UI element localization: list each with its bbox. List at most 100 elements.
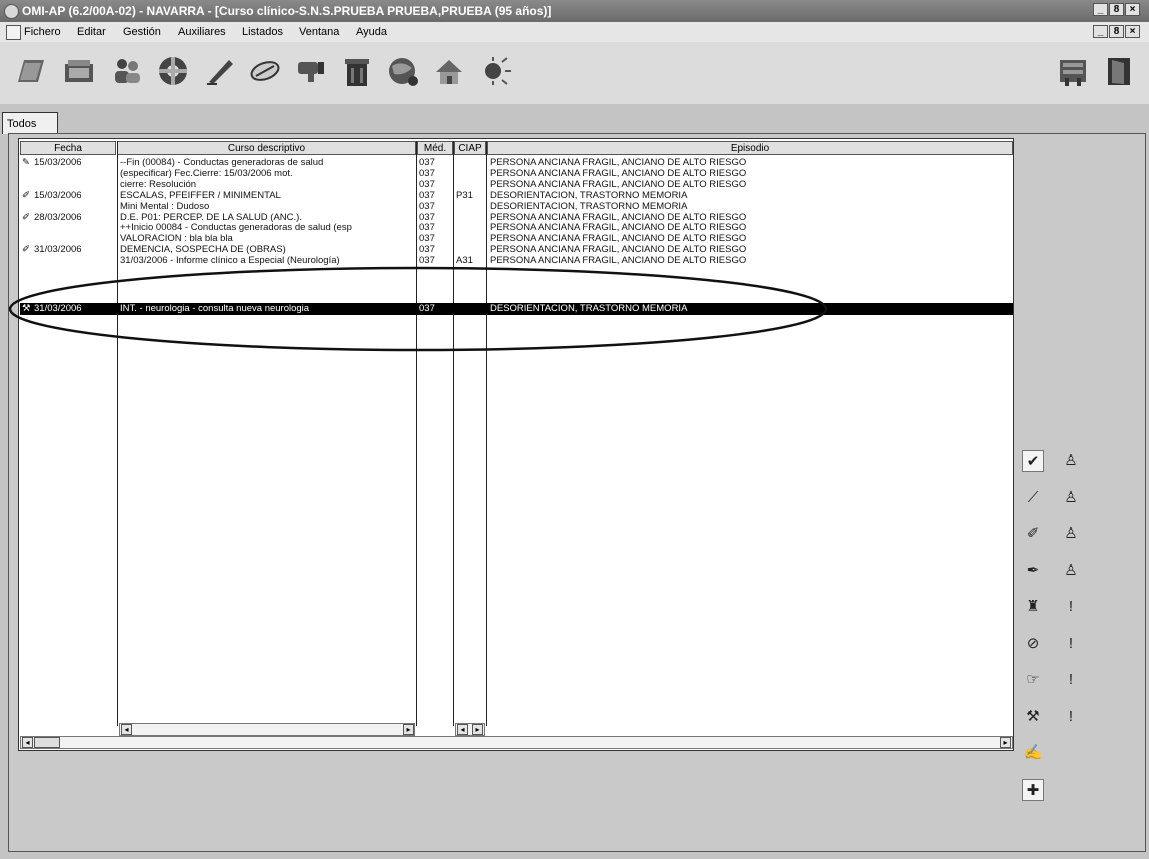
exclamation-icon[interactable]: ! xyxy=(1060,633,1082,655)
menu-ayuda[interactable]: Ayuda xyxy=(356,26,387,38)
scroll-thumb[interactable] xyxy=(34,737,60,748)
door-icon[interactable] xyxy=(1102,54,1136,88)
cell-episodio: PERSONA ANCIANA FRAGIL, ANCIANO DE ALTO … xyxy=(490,234,747,245)
cell-med: 037 xyxy=(419,304,435,314)
menu-bar: Fichero Editar Gestión Auxiliares Listad… xyxy=(0,22,1149,42)
minimize-button[interactable]: _ xyxy=(1093,3,1108,16)
cell-med: 037 xyxy=(419,234,435,245)
hand-icon[interactable]: ☞ xyxy=(1022,669,1044,691)
tools-icon[interactable]: ⚒ xyxy=(1022,706,1044,728)
mdi-controls: _ 8 × xyxy=(1093,25,1140,38)
cell-med: 037 xyxy=(419,245,435,256)
toolbar xyxy=(0,42,1149,105)
app-icon xyxy=(4,4,19,19)
mdi-maximize-button[interactable]: 8 xyxy=(1109,25,1124,38)
column-header-curso[interactable]: Curso descriptivo xyxy=(117,141,416,155)
pill-icon[interactable] xyxy=(248,54,282,88)
column-header-med[interactable]: Méd. xyxy=(417,141,453,155)
pen-nib-icon[interactable]: ✒ xyxy=(1022,560,1044,582)
pen-icon[interactable] xyxy=(203,54,237,88)
lifebuoy-icon[interactable] xyxy=(156,54,190,88)
cell-fecha: 31/03/2006 xyxy=(34,304,82,314)
users-icon[interactable] xyxy=(110,54,144,88)
cell-med: 037 xyxy=(419,212,435,223)
scroll-right-icon[interactable]: ▸ xyxy=(403,724,414,735)
cell-episodio: DESORIENTACION, TRASTORNO MEMORIA xyxy=(490,190,688,201)
ciap-scrollbar[interactable]: ◂ ▸ xyxy=(455,723,485,736)
cell-ciap: A31 xyxy=(456,256,473,267)
column-header-episodio[interactable]: Episodio xyxy=(487,141,1013,155)
exclamation-icon[interactable]: ! xyxy=(1060,706,1082,728)
microscope-icon[interactable]: ♙ xyxy=(1060,523,1082,545)
cell-curso: cierre: Resolución xyxy=(120,179,197,190)
cell-fecha: 31/03/2006 xyxy=(34,245,82,256)
pencil-icon: ✐ xyxy=(22,190,30,201)
menu-fichero[interactable]: Fichero xyxy=(24,26,61,38)
scroll-right-icon[interactable]: ▸ xyxy=(1000,737,1011,748)
microscope-icon[interactable]: ♙ xyxy=(1060,487,1082,509)
quill-icon[interactable]: ✍ xyxy=(1022,742,1044,764)
main-horizontal-scrollbar[interactable]: ◂ ▸ xyxy=(20,736,1013,749)
column-header-fecha[interactable]: Fecha xyxy=(20,141,116,155)
mdi-close-button[interactable]: × xyxy=(1125,25,1140,38)
plus-icon[interactable]: ✚ xyxy=(1022,778,1044,801)
cell-episodio: PERSONA ANCIANA FRAGIL, ANCIANO DE ALTO … xyxy=(490,256,747,267)
column-divider xyxy=(453,141,454,726)
cell-episodio: PERSONA ANCIANA FRAGIL, ANCIANO DE ALTO … xyxy=(490,158,747,168)
cell-curso: --Fin (00084) - Conductas generadoras de… xyxy=(120,158,324,168)
scroll-left-icon[interactable]: ◂ xyxy=(457,724,468,735)
scroll-left-icon[interactable]: ◂ xyxy=(22,737,33,748)
column-header-ciap[interactable]: CIAP xyxy=(454,141,486,155)
pill-icon[interactable]: ⊘ xyxy=(1022,633,1044,655)
exclamation-icon[interactable]: ! xyxy=(1060,669,1082,691)
folder-icon[interactable] xyxy=(14,54,48,88)
thumbs-down-icon[interactable] xyxy=(294,54,328,88)
microscope-icon[interactable]: ♙ xyxy=(1060,560,1082,582)
menu-editar[interactable]: Editar xyxy=(77,26,106,38)
tab-todos[interactable]: Todos xyxy=(2,112,58,134)
cell-curso: DEMENCIA, SOSPECHA DE (OBRAS) xyxy=(120,245,286,256)
cell-episodio: DESORIENTACION, TRASTORNO MEMORIA xyxy=(490,201,688,212)
pen-icon: ✎ xyxy=(22,158,30,168)
menu-auxiliares[interactable]: Auxiliares xyxy=(178,26,226,38)
pencil-icon[interactable]: ✐ xyxy=(1022,523,1044,545)
scroll-right-icon[interactable]: ▸ xyxy=(472,724,483,735)
menu-ventana[interactable]: Ventana xyxy=(299,26,339,38)
globe-icon[interactable] xyxy=(386,54,420,88)
cell-med: 037 xyxy=(419,158,435,168)
check-icon[interactable]: ✔ xyxy=(1022,450,1044,472)
scroll-left-icon[interactable]: ◂ xyxy=(121,724,132,735)
cell-episodio: DESORIENTACION, TRASTORNO MEMORIA xyxy=(490,304,688,314)
cell-episodio: PERSONA ANCIANA FRAGIL, ANCIANO DE ALTO … xyxy=(490,179,747,190)
cell-fecha: 28/03/2006 xyxy=(34,212,82,223)
cell-episodio: PERSONA ANCIANA FRAGIL, ANCIANO DE ALTO … xyxy=(490,212,747,223)
cell-curso: 31/03/2006 - Informe clínico a Especial … xyxy=(120,256,340,267)
cell-curso: Mini Mental : Dudoso xyxy=(120,201,210,212)
cell-curso: VALORACION : bla bla bla xyxy=(120,234,233,245)
cell-curso: (especificar) Fec.Cierre: 15/03/2006 mot… xyxy=(120,168,293,179)
mdi-minimize-button[interactable]: _ xyxy=(1093,25,1108,38)
cell-med: 037 xyxy=(419,223,435,234)
open-box-icon[interactable] xyxy=(62,54,96,88)
column-divider xyxy=(486,141,487,726)
puzzle-icon[interactable]: ♜ xyxy=(1022,596,1044,618)
trash-icon[interactable] xyxy=(340,54,374,88)
window-title: OMI-AP (6.2/00A-02) - NAVARRA - [Curso c… xyxy=(22,4,552,18)
cell-curso: D.E. P01: PERCEP. DE LA SALUD (ANC.). xyxy=(120,212,302,223)
cell-ciap: P31 xyxy=(456,190,473,201)
menu-listados[interactable]: Listados xyxy=(242,26,283,38)
document-icon[interactable] xyxy=(6,25,21,40)
maximize-button[interactable]: 8 xyxy=(1109,3,1124,16)
microscope-icon[interactable]: ♙ xyxy=(1060,450,1082,472)
pencil-icon: ✐ xyxy=(22,212,30,223)
house-icon[interactable] xyxy=(432,54,466,88)
cell-episodio: PERSONA ANCIANA FRAGIL, ANCIANO DE ALTO … xyxy=(490,168,747,179)
window-controls: _ 8 × xyxy=(1093,3,1140,16)
pen-icon[interactable]: ⟋ xyxy=(1022,487,1044,509)
curso-scrollbar[interactable]: ◂ ▸ xyxy=(119,723,415,736)
server-icon[interactable] xyxy=(1057,54,1091,88)
close-button[interactable]: × xyxy=(1125,3,1140,16)
sun-icon[interactable] xyxy=(478,54,512,88)
exclamation-icon[interactable]: ! xyxy=(1060,596,1082,618)
menu-gestion[interactable]: Gestión xyxy=(123,26,161,38)
